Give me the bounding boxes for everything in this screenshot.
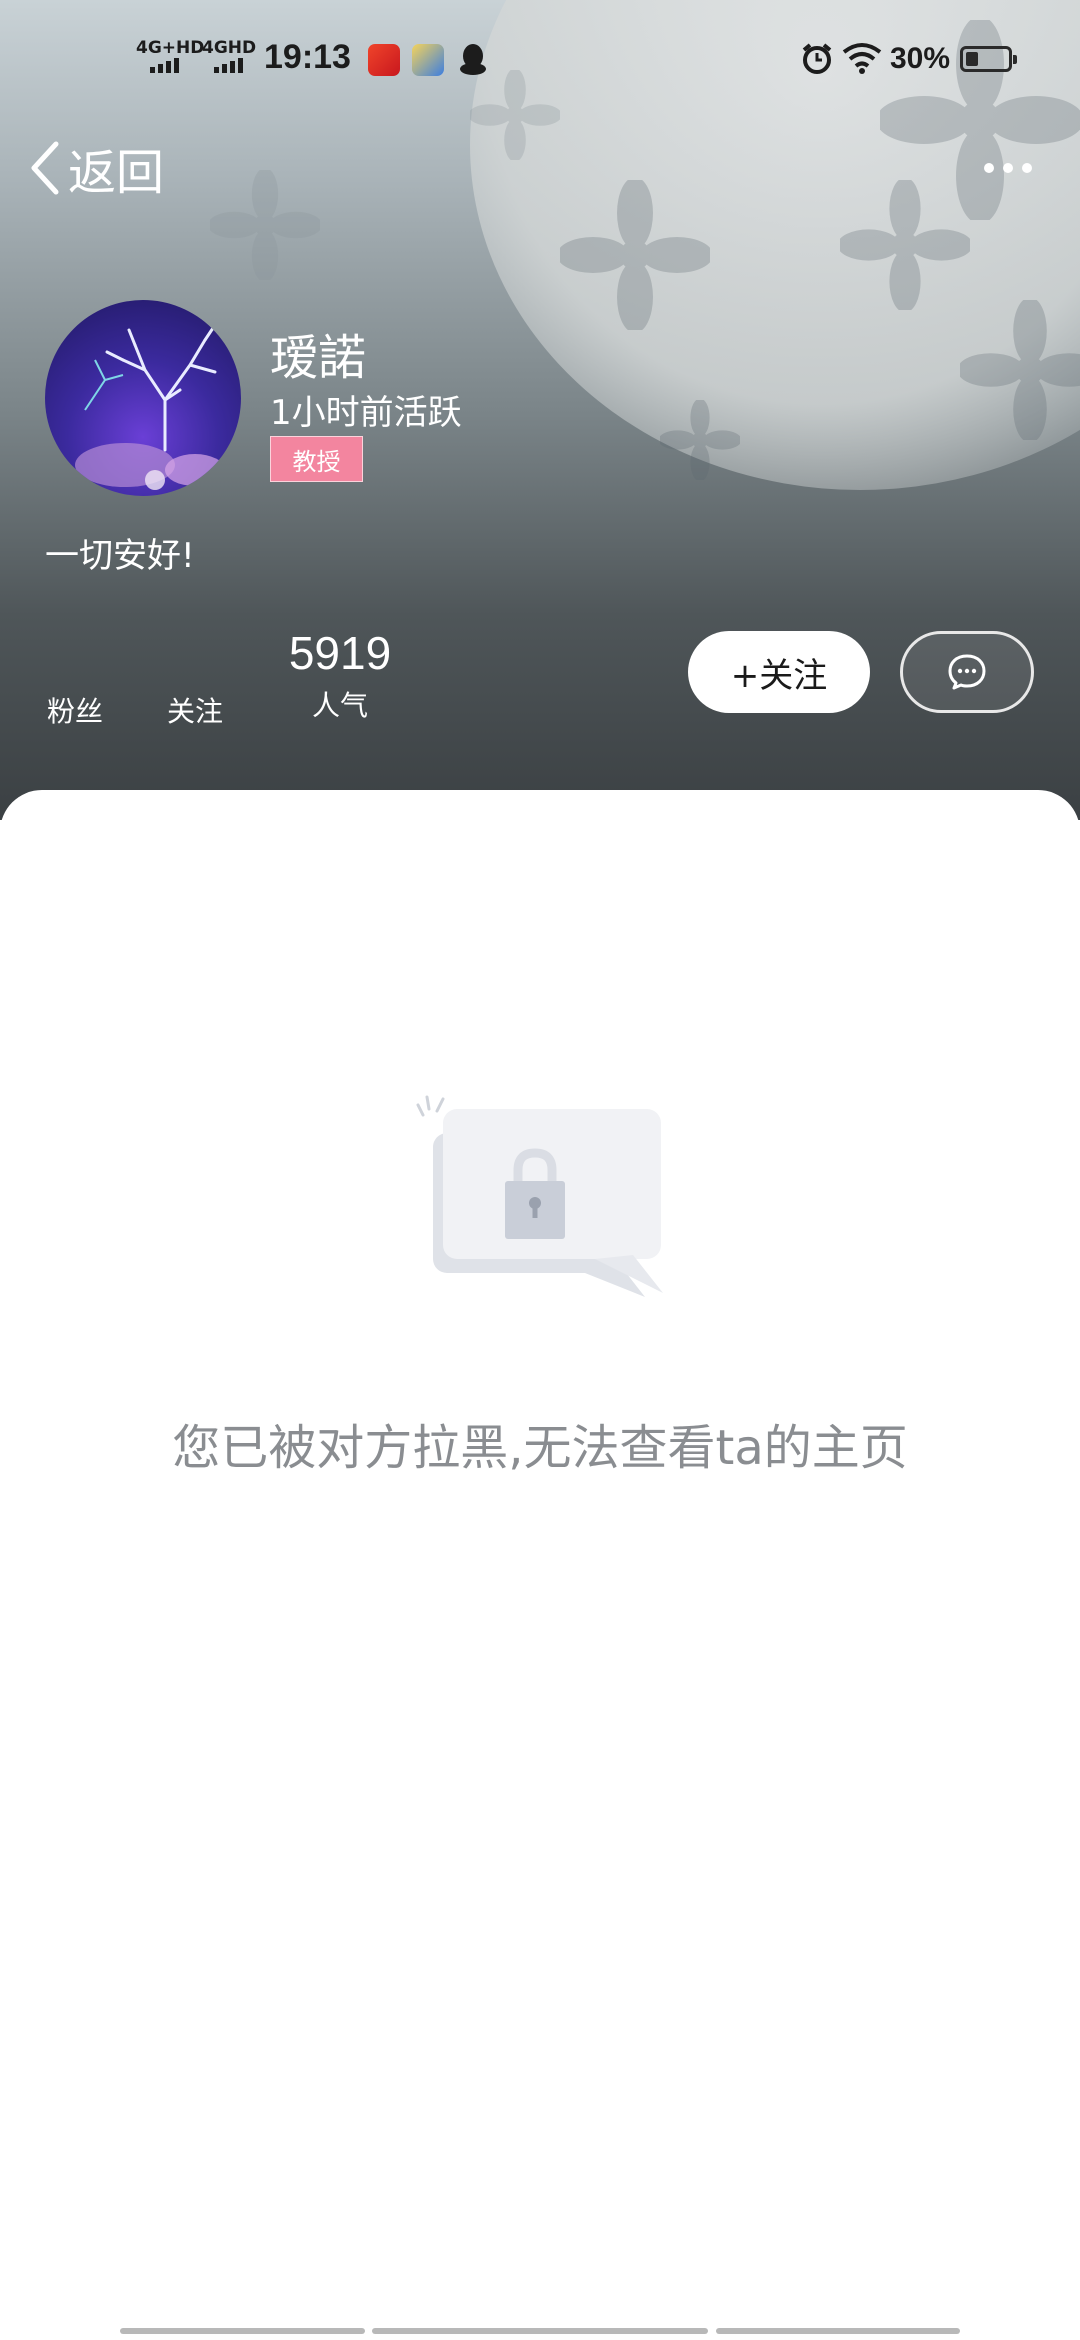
battery-percent: 30% — [890, 42, 951, 75]
following-stat[interactable]: 关注 — [160, 686, 230, 730]
status-bar: 4G+HD 4GHD 19:13 30% — [0, 0, 1080, 120]
network-type-2: 4GHD — [202, 38, 257, 58]
back-button[interactable]: 返回 — [28, 138, 164, 201]
more-dot-icon — [1022, 163, 1032, 173]
following-label: 关注 — [166, 695, 223, 728]
more-dot-icon — [984, 163, 994, 173]
active-status: 1小时前活跃 — [270, 393, 462, 433]
follow-button[interactable]: +关注 — [688, 631, 870, 713]
message-button[interactable] — [900, 631, 1034, 713]
flower-decoration — [560, 180, 710, 330]
flower-decoration — [960, 300, 1080, 440]
avatar-coral-image — [75, 326, 225, 490]
popularity-label: 人气 — [311, 689, 368, 722]
flower-decoration — [840, 180, 970, 310]
clock-time: 19:13 — [264, 38, 351, 76]
chevron-left-icon — [31, 141, 59, 195]
profile-bio: 一切安好! — [45, 536, 195, 576]
qq-icon — [460, 44, 486, 75]
flower-decoration — [660, 400, 740, 480]
locked-illustration-icon — [416, 1095, 663, 1297]
flower-decoration — [210, 170, 320, 280]
battery-icon — [960, 46, 1017, 72]
avatar[interactable] — [45, 300, 241, 496]
signal-strength-icon — [150, 58, 179, 73]
fans-label: 粉丝 — [46, 695, 103, 728]
fans-stat[interactable]: 粉丝 — [40, 686, 110, 730]
more-options-button[interactable] — [978, 150, 1038, 186]
more-dot-icon — [1003, 163, 1013, 173]
nav-gesture-bar[interactable] — [716, 2328, 960, 2334]
alarm-icon — [802, 43, 832, 74]
back-label: 返回 — [68, 145, 165, 201]
battery-level-fill — [966, 52, 978, 66]
app-notification-icon — [368, 44, 400, 76]
rank-badge: 教授 — [270, 436, 363, 482]
profile-content-card — [0, 790, 1080, 2340]
blocked-message: 您已被对方拉黑,无法查看ta的主页 — [172, 1420, 908, 1476]
signal-strength-icon — [214, 58, 243, 73]
wifi-icon — [842, 43, 882, 74]
network-type-1: 4G+HD — [136, 38, 205, 58]
username: 瑷諾 — [270, 330, 367, 386]
popularity-value: 5919 — [288, 627, 392, 679]
app-notification-icon — [412, 44, 444, 76]
nav-gesture-bar[interactable] — [372, 2328, 708, 2334]
nav-gesture-bar[interactable] — [120, 2328, 365, 2334]
popularity-stat: 5919 人气 — [280, 626, 400, 724]
chat-bubble-icon — [948, 654, 986, 690]
